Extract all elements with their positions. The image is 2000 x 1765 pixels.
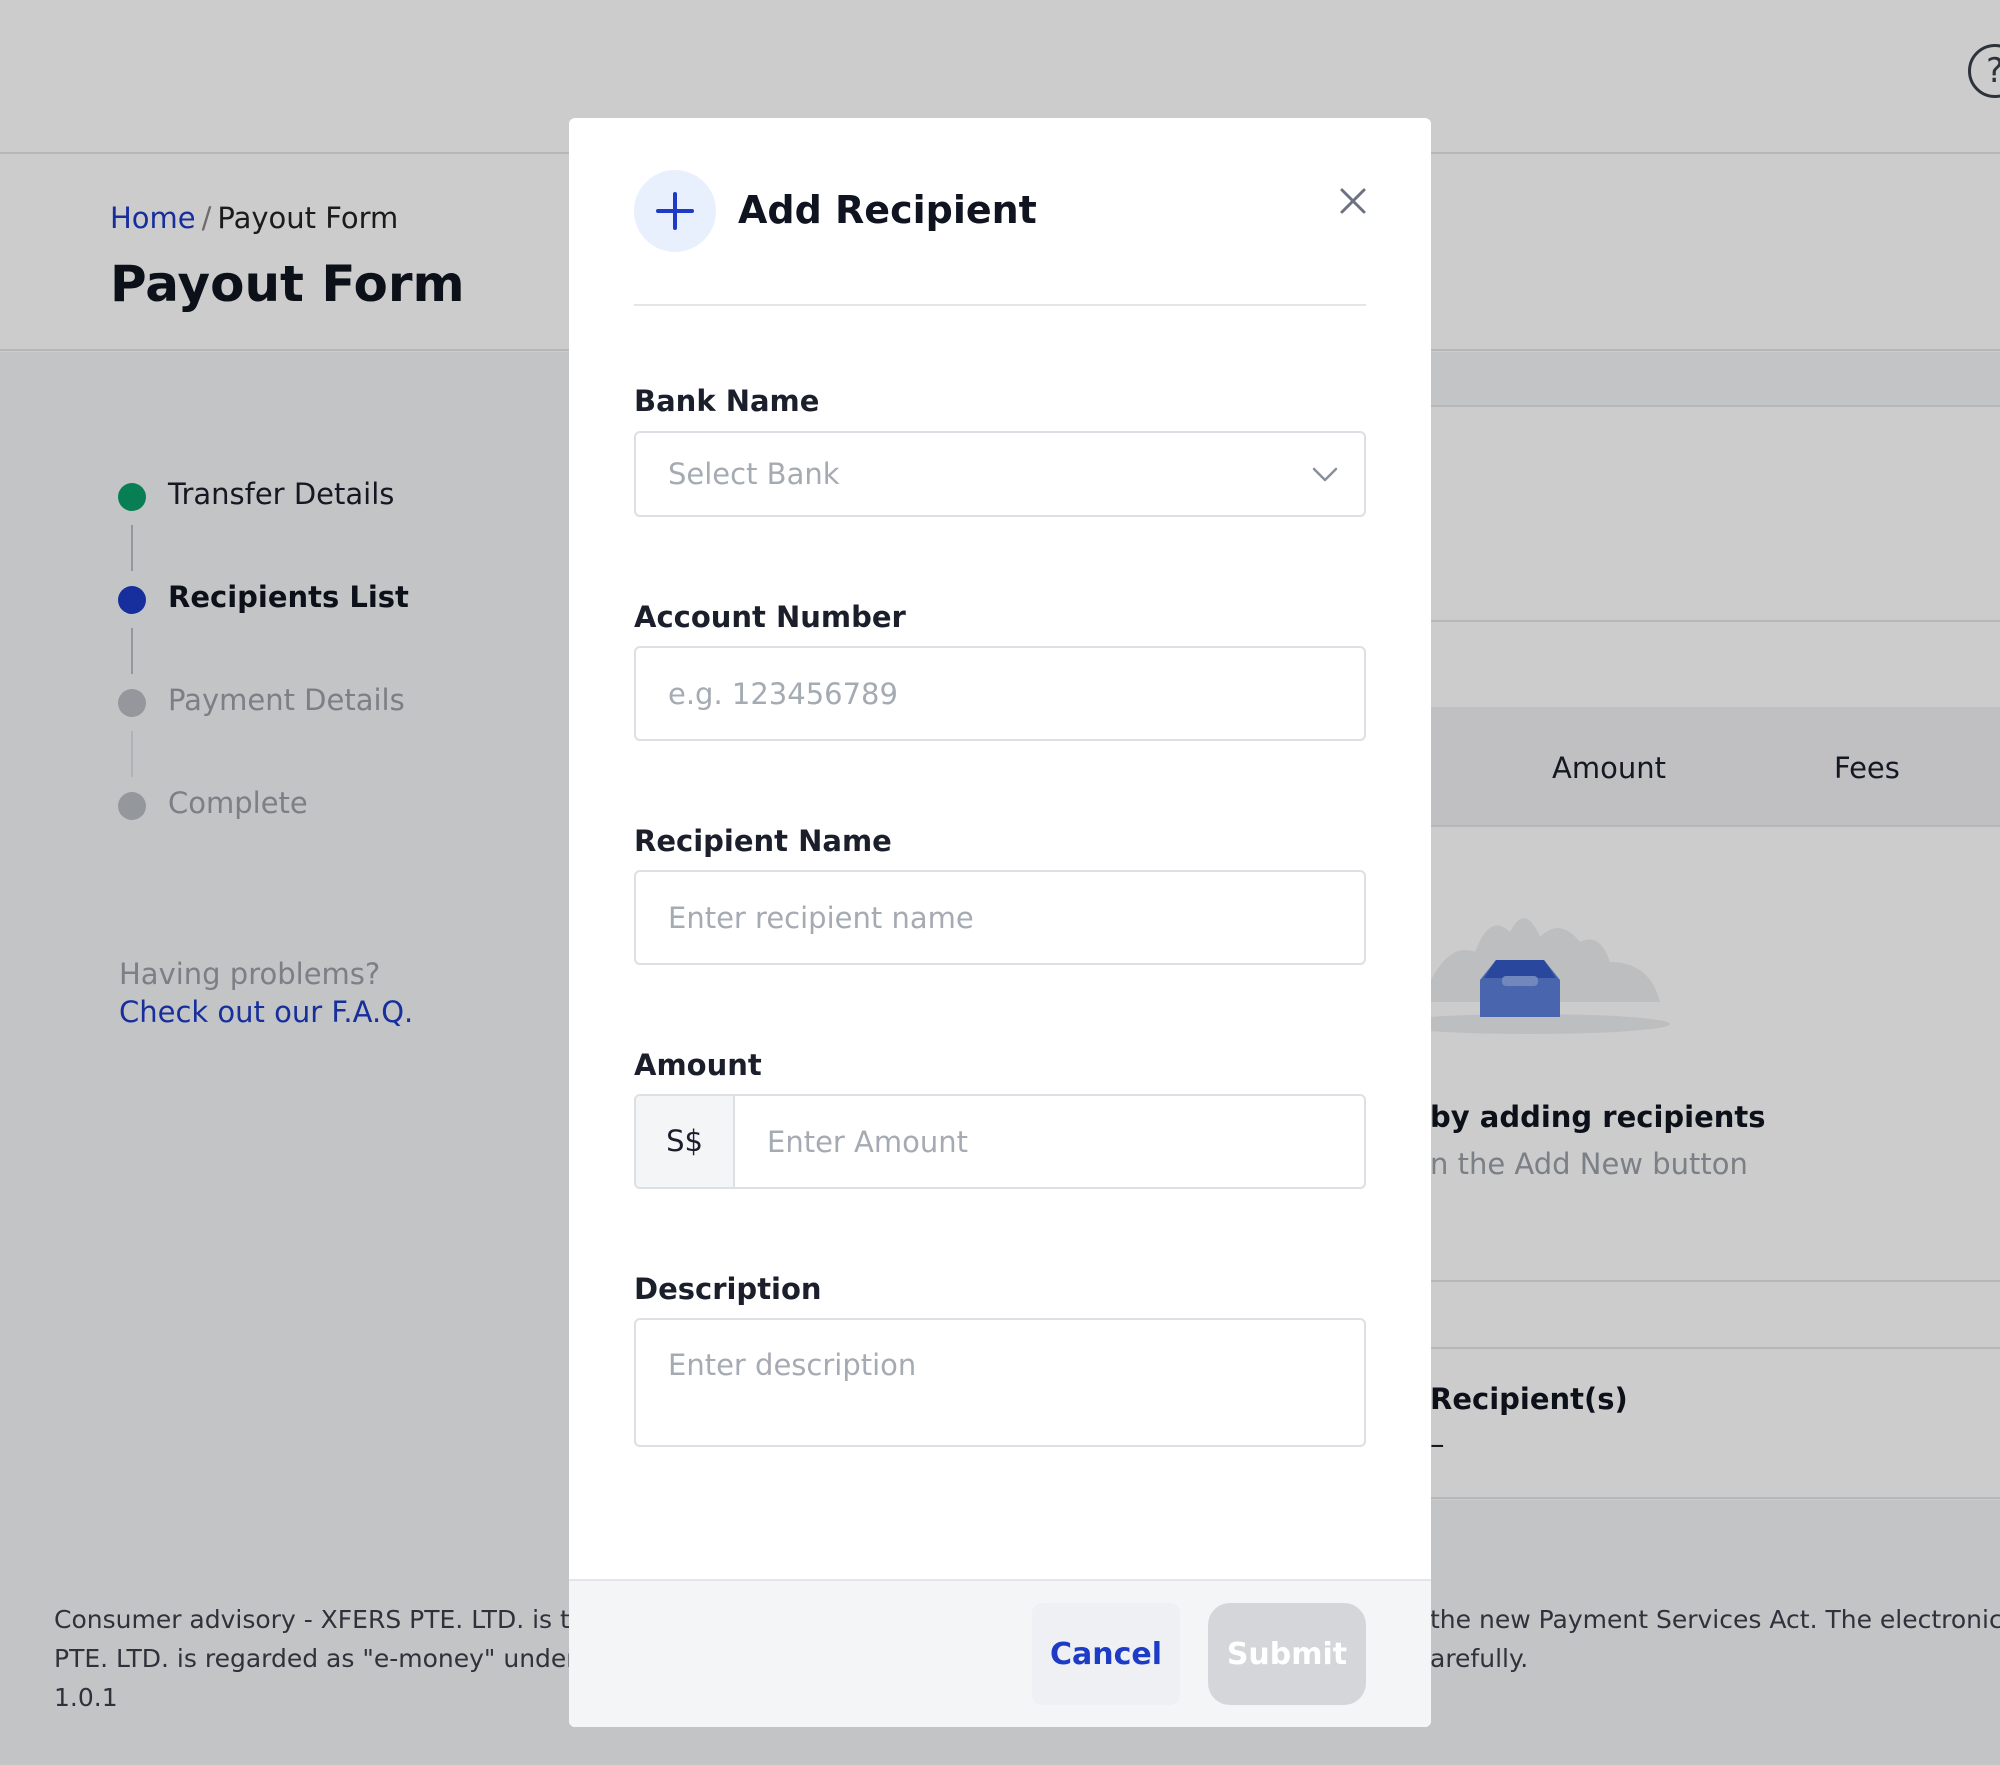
- bank-select[interactable]: Select Bank: [634, 431, 1366, 517]
- recipient-name-label: Recipient Name: [634, 824, 892, 858]
- close-icon[interactable]: [1336, 184, 1370, 218]
- currency-prefix: S$: [636, 1096, 735, 1187]
- modal-footer: Cancel Submit: [569, 1579, 1431, 1727]
- bank-select-placeholder: Select Bank: [668, 457, 840, 491]
- amount-input[interactable]: [735, 1096, 1364, 1187]
- description-label: Description: [634, 1272, 822, 1306]
- amount-input-group: S$: [634, 1094, 1366, 1189]
- chevron-down-icon: [1312, 467, 1338, 482]
- cancel-button[interactable]: Cancel: [1032, 1603, 1180, 1705]
- modal-title: Add Recipient: [738, 188, 1037, 232]
- add-recipient-modal: Add Recipient Bank Name Select Bank Acco…: [569, 118, 1431, 1727]
- account-number-input[interactable]: [634, 646, 1366, 741]
- plus-icon: [634, 170, 716, 252]
- modal-header: Add Recipient: [634, 170, 1366, 306]
- amount-label: Amount: [634, 1048, 762, 1082]
- description-textarea[interactable]: [634, 1318, 1366, 1447]
- submit-button[interactable]: Submit: [1208, 1603, 1366, 1705]
- bank-name-label: Bank Name: [634, 384, 820, 418]
- account-number-label: Account Number: [634, 600, 906, 634]
- recipient-name-input[interactable]: [634, 870, 1366, 965]
